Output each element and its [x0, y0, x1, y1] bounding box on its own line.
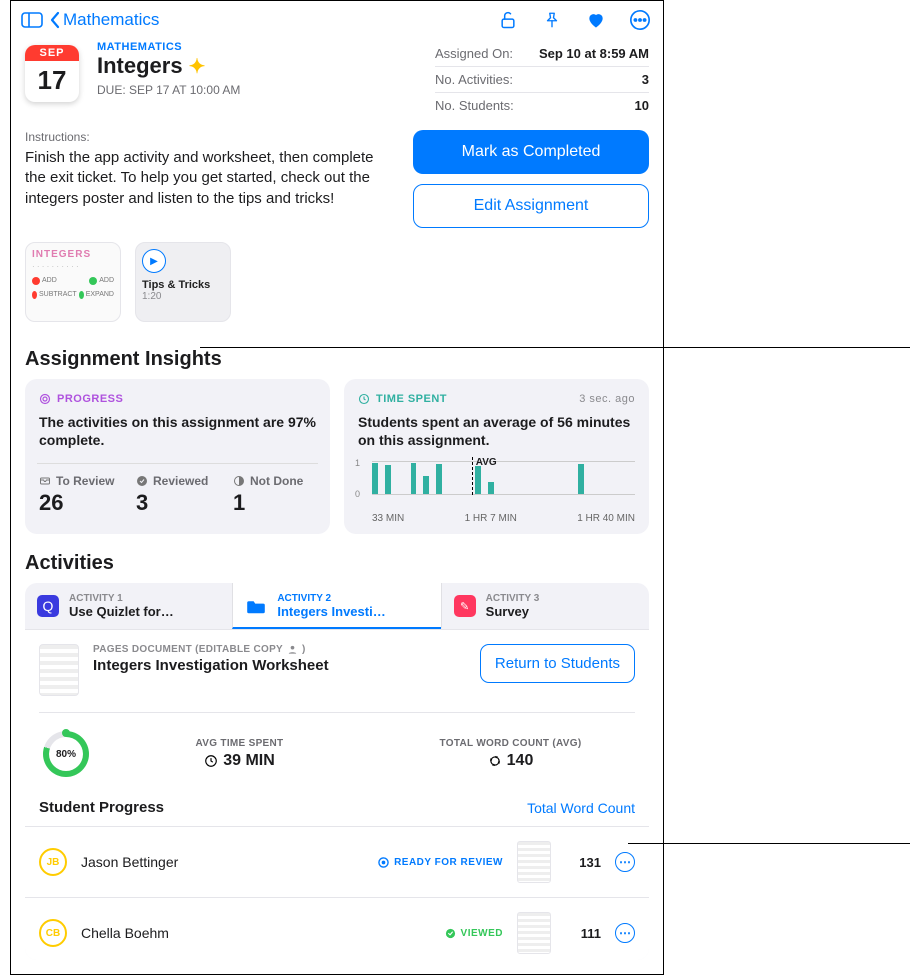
mark-completed-button[interactable]: Mark as Completed — [413, 130, 649, 174]
avg-label: AVG — [476, 457, 497, 468]
chevron-left-icon — [49, 11, 61, 29]
word-count-label: TOTAL WORD COUNT (AVG) — [390, 738, 631, 749]
tab-activity-3[interactable]: ✎ ACTIVITY 3 Survey — [441, 583, 649, 629]
time-summary: Students spent an average of 56 minutes … — [358, 413, 635, 449]
due-date: DUE: SEP 17 AT 10:00 AM — [97, 83, 417, 97]
word-count-value: 140 — [507, 752, 534, 770]
calendar-day: 17 — [25, 61, 79, 102]
attachment-audio[interactable]: ▶ Tips & Tricks 1:20 — [135, 242, 231, 322]
survey-app-icon: ✎ — [454, 595, 476, 617]
subject-eyebrow: MATHEMATICS — [97, 41, 417, 53]
document-thumbnail[interactable] — [39, 644, 79, 696]
activities-count-value: 3 — [642, 72, 649, 87]
time-label: TIME SPENT — [376, 393, 447, 405]
instructions-label: Instructions: — [25, 130, 395, 144]
completion-ring: 80% — [43, 731, 89, 777]
avg-time-label: AVG TIME SPENT — [119, 738, 360, 749]
sparkle-icon: ✦ — [189, 54, 206, 79]
check-circle-icon — [136, 475, 148, 487]
attachment-duration: 1:20 — [142, 291, 224, 302]
poster-title: INTEGERS — [32, 249, 114, 260]
clock-icon — [204, 754, 218, 768]
student-row[interactable]: JB Jason Bettinger READY FOR REVIEW 131 … — [25, 826, 649, 897]
assigned-on-value: Sep 10 at 8:59 AM — [539, 46, 649, 61]
tab-activity-1[interactable]: Q ACTIVITY 1 Use Quizlet for… — [25, 583, 232, 629]
instructions-text: Finish the app activity and worksheet, t… — [25, 148, 395, 209]
activities-heading: Activities — [11, 534, 663, 583]
submission-thumbnail[interactable] — [517, 841, 551, 883]
activities-count-label: No. Activities: — [435, 72, 513, 87]
tab-activity-2[interactable]: ACTIVITY 2 Integers Investi… — [232, 583, 440, 629]
submission-thumbnail[interactable] — [517, 912, 551, 954]
folder-icon — [245, 595, 267, 617]
time-spent-card[interactable]: TIME SPENT 3 sec. ago Students spent an … — [344, 379, 649, 534]
calendar-month: SEP — [25, 45, 79, 61]
back-label: Mathematics — [63, 10, 159, 30]
activity-tabs: Q ACTIVITY 1 Use Quizlet for… ACTIVITY 2… — [25, 583, 649, 629]
progress-label: PROGRESS — [57, 393, 123, 405]
time-chart: 1 0 — [358, 461, 635, 524]
person-icon — [287, 644, 298, 655]
row-more-button[interactable]: ⋯ — [615, 923, 635, 943]
lock-open-icon[interactable] — [497, 9, 519, 31]
students-count-label: No. Students: — [435, 98, 514, 113]
not-done-value: 1 — [233, 490, 316, 516]
return-to-students-button[interactable]: Return to Students — [480, 644, 635, 683]
progress-summary: The activities on this assignment are 97… — [39, 413, 316, 449]
student-word-count: 111 — [565, 926, 601, 941]
students-count-value: 10 — [635, 98, 649, 113]
reviewed-value: 3 — [136, 490, 219, 516]
pin-icon[interactable] — [541, 9, 563, 31]
sidebar-toggle-icon[interactable] — [21, 11, 43, 29]
edit-assignment-button[interactable]: Edit Assignment — [413, 184, 649, 228]
heart-icon[interactable] — [585, 9, 607, 31]
row-more-button[interactable]: ⋯ — [615, 852, 635, 872]
student-name: Chella Boehm — [81, 925, 431, 941]
status-badge: VIEWED — [445, 928, 503, 939]
student-name: Jason Bettinger — [81, 854, 364, 870]
assignment-meta: Assigned On: Sep 10 at 8:59 AM No. Activ… — [435, 41, 649, 118]
status-badge: READY FOR REVIEW — [378, 857, 503, 868]
total-word-count-link[interactable]: Total Word Count — [527, 800, 635, 816]
inbox-icon — [39, 475, 51, 487]
progress-card[interactable]: PROGRESS The activities on this assignme… — [25, 379, 330, 534]
attachment-name: Tips & Tricks — [142, 279, 224, 291]
calendar-tile: SEP 17 — [25, 45, 79, 102]
assignment-title: Integers ✦ — [97, 53, 417, 79]
insights-heading: Assignment Insights — [11, 330, 663, 379]
student-word-count: 131 — [565, 855, 601, 870]
to-review-value: 26 — [39, 490, 122, 516]
back-button[interactable]: Mathematics — [49, 10, 159, 30]
dot-circle-icon — [378, 857, 389, 868]
avg-time-value: 39 MIN — [223, 752, 275, 770]
badge-icon — [488, 754, 502, 768]
more-icon[interactable] — [629, 9, 651, 31]
student-row[interactable]: CB Chella Boehm VIEWED 111 ⋯ — [25, 897, 649, 960]
check-circle-icon — [445, 928, 456, 939]
time-ago: 3 sec. ago — [579, 393, 635, 405]
assigned-on-label: Assigned On: — [435, 46, 513, 61]
quizlet-app-icon: Q — [37, 595, 59, 617]
student-progress-heading: Student Progress — [39, 799, 164, 816]
avatar: JB — [39, 848, 67, 876]
attachment-poster[interactable]: INTEGERS · · · · · · · · · · ADD ADD SUB… — [25, 242, 121, 322]
target-icon — [39, 393, 51, 405]
document-title: Integers Investigation Worksheet — [93, 657, 466, 674]
clock-icon — [358, 393, 370, 405]
document-type: PAGES DOCUMENT (EDITABLE COPY ) — [93, 644, 466, 655]
play-icon: ▶ — [142, 249, 166, 273]
avatar: CB — [39, 919, 67, 947]
half-circle-icon — [233, 475, 245, 487]
